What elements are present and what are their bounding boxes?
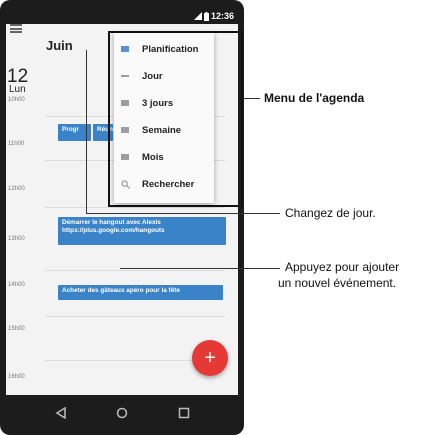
navigation-bar — [0, 395, 244, 435]
recent-apps-icon[interactable] — [178, 407, 190, 419]
signal-icon — [193, 12, 202, 20]
event-cakes[interactable]: Acheter des gâteaux apéro pour la fête — [58, 285, 223, 300]
callout-label-menu: Menu de l'agenda — [264, 91, 365, 105]
hour-divider — [45, 316, 225, 317]
home-icon[interactable] — [116, 407, 128, 419]
hour-label: 16h00 — [8, 374, 25, 380]
battery-icon — [203, 11, 209, 21]
status-bar: 12:36 — [6, 9, 238, 24]
callout-line-menu — [243, 98, 260, 99]
event-hangout[interactable]: Démarrer le hangout avec Alexis https://… — [58, 217, 226, 245]
add-event-button[interactable]: + — [192, 340, 228, 376]
callout-label-add-line-2: un nouvel événement. — [278, 276, 397, 290]
status-time: 12:36 — [210, 11, 234, 21]
hour-label: 15h00 — [8, 326, 25, 332]
hour-divider — [45, 207, 225, 208]
hour-label: 11h00 — [8, 141, 25, 147]
hour-divider — [45, 270, 225, 271]
back-icon[interactable] — [55, 407, 67, 419]
callout-label-day: Changez de jour. — [285, 206, 376, 220]
callout-line-day-horizontal — [86, 213, 280, 214]
callout-label-add-line-1: Appuyez pour ajouter — [285, 260, 400, 274]
day-name: Lun — [9, 84, 26, 95]
callout-line-add — [120, 268, 280, 269]
hour-label: 10h00 — [8, 97, 25, 103]
hour-label: 13h00 — [8, 236, 25, 242]
event-title: Acheter des gâteaux apéro pour la fête — [62, 287, 180, 294]
month-selector[interactable]: Juin — [46, 38, 73, 53]
callout-line-day-vertical — [86, 50, 87, 213]
hour-label: 12h00 — [8, 186, 25, 192]
hour-label: 14h00 — [8, 282, 25, 288]
menu-hamburger-icon[interactable] — [10, 24, 22, 33]
event-title: Démarrer le hangout avec Alexis — [62, 219, 161, 226]
menu-highlight-frame — [108, 31, 243, 207]
event-title: Progr — [62, 126, 80, 133]
event-detail: https://plus.google.com/hangouts — [62, 227, 165, 235]
status-icons: 12:36 — [193, 10, 234, 22]
